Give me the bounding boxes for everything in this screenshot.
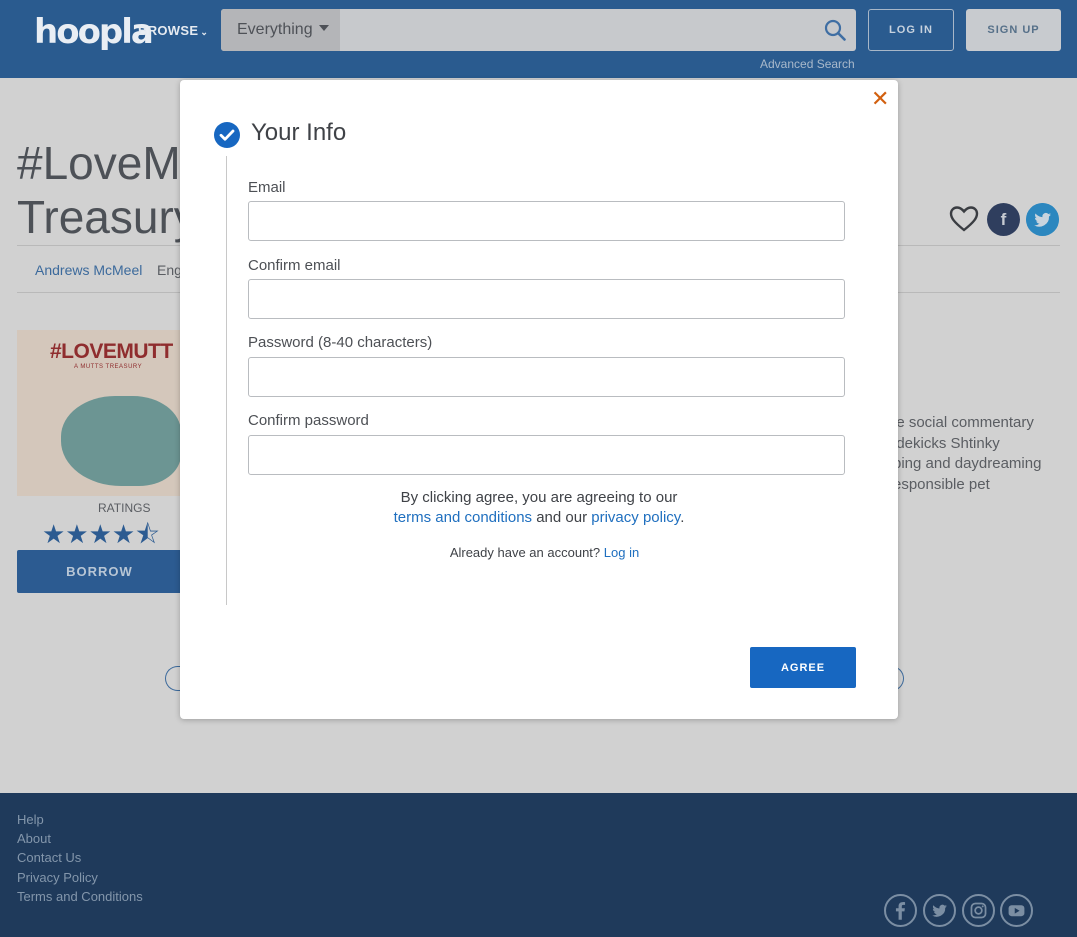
- privacy-policy-link[interactable]: privacy policy: [591, 509, 680, 526]
- email-label: Email: [248, 179, 286, 196]
- borrow-button[interactable]: BORROW: [17, 550, 182, 593]
- step-connector-line: [226, 156, 227, 605]
- site-header: hoopla BROWSE ⌄ Everything Advanced Searc…: [0, 0, 1077, 78]
- ratings-label: RATINGS: [98, 501, 151, 515]
- cover-subtitle: A MUTTS TREASURY: [74, 364, 143, 370]
- agree-button[interactable]: AGREE: [750, 647, 856, 688]
- caret-down-icon: [318, 25, 329, 31]
- title-line-2: Treasury: [17, 191, 197, 243]
- already-have-account: Already have an account? Log in: [180, 545, 909, 560]
- page-title: #LoveM Treasury: [17, 136, 197, 244]
- login-button[interactable]: LOG IN: [868, 9, 954, 51]
- cover-title: #LOVEMUTT: [50, 340, 173, 363]
- search-icon[interactable]: [824, 19, 846, 41]
- email-field[interactable]: [248, 201, 845, 241]
- twitter-share-icon[interactable]: [1026, 203, 1059, 236]
- publisher-link[interactable]: Andrews McMeel: [35, 262, 142, 278]
- advanced-search-link[interactable]: Advanced Search: [760, 57, 855, 71]
- site-footer: Help About Contact Us Privacy Policy Ter…: [0, 793, 1077, 937]
- period-text: .: [680, 509, 685, 526]
- hoopla-logo[interactable]: hoopla: [34, 12, 154, 52]
- book-cover[interactable]: #LOVEMUTT A MUTTS TREASURY: [17, 330, 182, 496]
- close-icon[interactable]: ✕: [871, 88, 889, 110]
- footer-links: Help About Contact Us Privacy Policy Ter…: [17, 810, 143, 906]
- footer-link-about[interactable]: About: [17, 829, 143, 848]
- cover-illustration: [61, 396, 181, 486]
- chevron-down-icon: ⌄: [200, 27, 209, 37]
- search-bar: Everything: [221, 9, 856, 51]
- login-link[interactable]: Log in: [604, 545, 639, 560]
- confirm-password-field[interactable]: [248, 435, 845, 475]
- confirm-password-label: Confirm password: [248, 412, 369, 429]
- book-description: le social commentary idekicks Shtinky pi…: [893, 413, 1073, 495]
- signup-button[interactable]: SIGN UP: [966, 9, 1061, 51]
- browse-menu[interactable]: BROWSE ⌄: [138, 23, 208, 38]
- search-type-label: Everything: [237, 21, 313, 38]
- youtube-icon[interactable]: [1000, 894, 1033, 927]
- terms-and-conditions-link[interactable]: terms and conditions: [394, 509, 532, 526]
- twitter-icon[interactable]: [923, 894, 956, 927]
- footer-link-privacy[interactable]: Privacy Policy: [17, 868, 143, 887]
- modal-title: Your Info: [251, 119, 347, 146]
- and-our-text: and our: [536, 509, 588, 526]
- facebook-share-icon[interactable]: f: [987, 203, 1020, 236]
- heart-icon[interactable]: [949, 205, 979, 233]
- your-info-modal: ✕ Your Info Email Confirm email Password…: [180, 80, 898, 719]
- description-line: idekicks Shtinky: [893, 434, 1000, 452]
- agreement-text: By clicking agree, you are agreeing to o…: [180, 488, 898, 528]
- password-field[interactable]: [248, 357, 845, 397]
- browse-label: BROWSE: [138, 23, 199, 38]
- title-line-1: #LoveM: [17, 137, 181, 189]
- search-type-dropdown[interactable]: Everything: [221, 9, 340, 51]
- description-line: esponsible pet: [893, 475, 990, 493]
- footer-link-help[interactable]: Help: [17, 810, 143, 829]
- facebook-icon[interactable]: [884, 894, 917, 927]
- instagram-icon[interactable]: [962, 894, 995, 927]
- description-line: le social commentary: [893, 414, 1034, 431]
- password-label: Password (8-40 characters): [248, 334, 433, 351]
- check-circle-icon: [214, 122, 240, 148]
- language-label: Eng: [157, 262, 182, 278]
- agreement-prefix: By clicking agree, you are agreeing to o…: [400, 489, 678, 506]
- footer-link-contact[interactable]: Contact Us: [17, 848, 143, 867]
- already-text: Already have an account?: [449, 545, 601, 560]
- footer-link-terms[interactable]: Terms and Conditions: [17, 887, 143, 906]
- description-line: ping and daydreaming: [893, 455, 1042, 472]
- confirm-email-label: Confirm email: [248, 257, 341, 274]
- confirm-email-field[interactable]: [248, 279, 845, 319]
